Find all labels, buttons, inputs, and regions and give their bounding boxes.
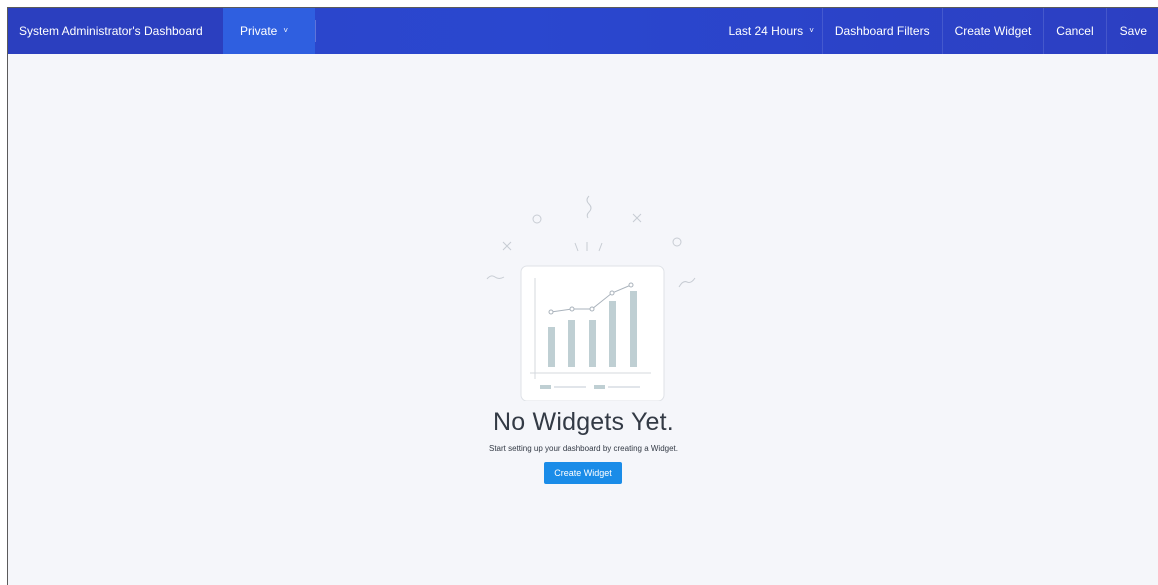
legend-line bbox=[608, 386, 640, 388]
empty-state-subtitle: Start setting up your dashboard by creat… bbox=[489, 444, 678, 453]
chart-bar bbox=[589, 320, 596, 367]
decor-circle-icon bbox=[532, 214, 542, 224]
header-separator bbox=[315, 20, 316, 42]
time-range-dropdown[interactable]: Last 24 Hours ˅ bbox=[718, 8, 821, 54]
chart-point bbox=[569, 306, 575, 312]
empty-chart-illustration bbox=[486, 195, 696, 401]
chevron-down-icon: ˅ bbox=[283, 25, 289, 35]
decor-spark-icon bbox=[574, 242, 603, 252]
decor-squiggle-icon bbox=[486, 275, 505, 280]
top-navigation-bar: System Administrator's Dashboard Private… bbox=[8, 8, 1158, 54]
chart-bar bbox=[630, 291, 637, 367]
visibility-label: Private bbox=[240, 24, 278, 38]
legend-swatch bbox=[540, 385, 551, 389]
create-widget-header-button[interactable]: Create Widget bbox=[941, 8, 1044, 54]
chevron-down-icon: ˅ bbox=[809, 25, 814, 35]
cancel-button[interactable]: Cancel bbox=[1043, 8, 1105, 54]
visibility-dropdown[interactable]: Private ˅ bbox=[223, 8, 315, 54]
decor-cross-icon bbox=[632, 213, 642, 223]
legend-swatch bbox=[594, 385, 605, 389]
create-widget-button[interactable]: Create Widget bbox=[544, 462, 622, 484]
chart-point bbox=[589, 306, 595, 312]
time-range-label: Last 24 Hours bbox=[728, 24, 804, 38]
decor-squiggle-icon bbox=[678, 277, 696, 288]
legend-line bbox=[554, 386, 586, 388]
chart-bar bbox=[609, 301, 616, 367]
chart-point bbox=[609, 290, 615, 296]
decor-squiggle-icon bbox=[586, 195, 592, 219]
dashboard-filters-button[interactable]: Dashboard Filters bbox=[821, 8, 942, 54]
dashboard-title: System Administrator's Dashboard bbox=[8, 8, 223, 54]
dashboard-frame: System Administrator's Dashboard Private… bbox=[7, 7, 1158, 585]
chart-bar bbox=[548, 327, 555, 367]
chart-point bbox=[628, 282, 634, 288]
save-button[interactable]: Save bbox=[1105, 8, 1158, 54]
empty-state-title: No Widgets Yet. bbox=[493, 408, 674, 436]
decor-cross-icon bbox=[502, 241, 512, 251]
decor-circle-icon bbox=[672, 237, 682, 247]
chart-bar bbox=[568, 320, 575, 367]
chart-point bbox=[548, 309, 554, 315]
